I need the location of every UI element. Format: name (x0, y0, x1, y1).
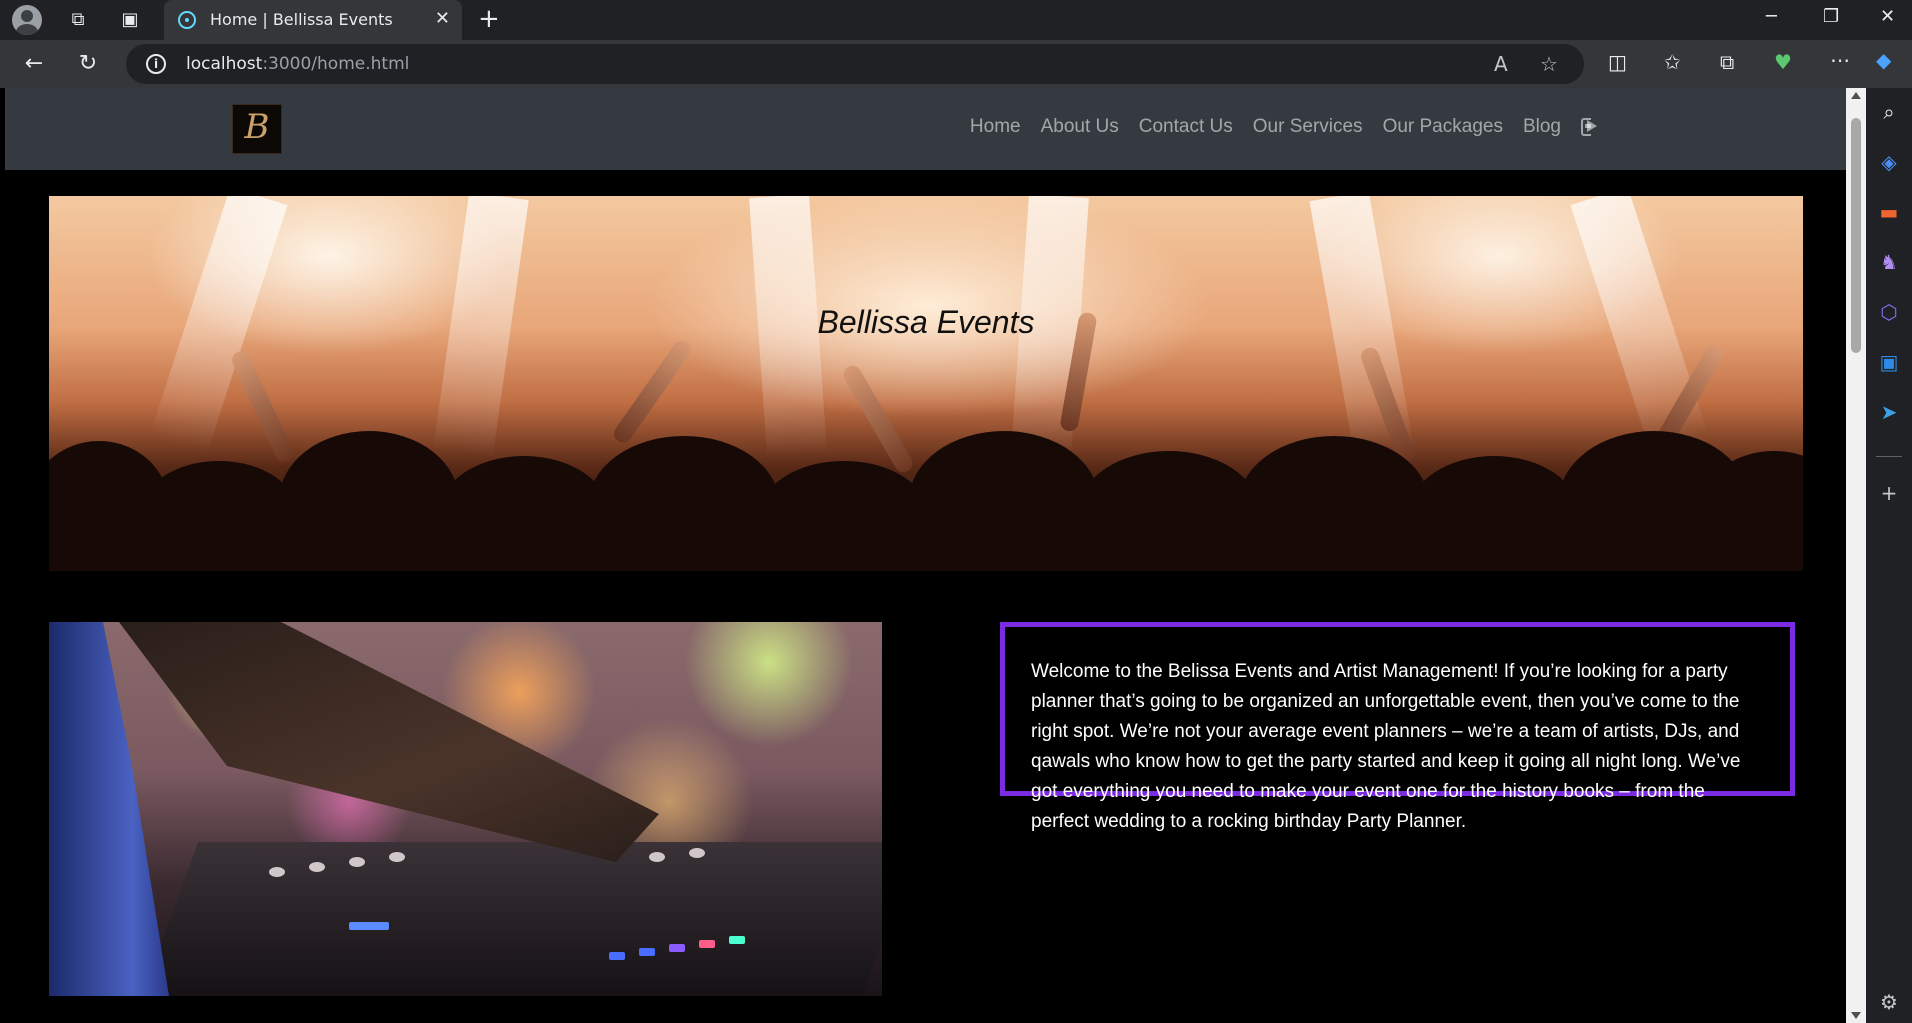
hero-title: Bellissa Events (817, 304, 1035, 340)
collections-icon[interactable]: ⧉ (1720, 50, 1734, 74)
url-host: localhost (186, 54, 263, 74)
mixer-knob (349, 857, 365, 867)
mixer-pad (669, 944, 685, 952)
browser-tab-active[interactable]: Home | Bellissa Events ✕ (164, 0, 462, 40)
crowd-silhouette (1239, 436, 1429, 571)
nav-blog[interactable]: Blog (1523, 116, 1561, 138)
crowd-silhouette (759, 461, 929, 571)
games-icon[interactable]: ♞ (1877, 250, 1901, 274)
tools-icon[interactable]: ▬ (1877, 200, 1901, 224)
mixer-knob (389, 852, 405, 862)
restore-button[interactable]: ❐ (1823, 6, 1839, 27)
mixer-knob (269, 867, 285, 877)
site-navbar: B Home About Us Contact Us Our Services … (5, 88, 1846, 170)
mixer-knob (309, 862, 325, 872)
split-screen-icon[interactable]: ◫ (1608, 50, 1627, 74)
crowd-silhouette (589, 436, 779, 571)
crowd-silhouette (1079, 451, 1259, 571)
main-menu: Home About Us Contact Us Our Services Ou… (970, 116, 1601, 138)
mixer-light (349, 922, 389, 930)
vertical-tabs-icon[interactable]: ▣ (114, 6, 146, 34)
url-path: :3000/home.html (262, 54, 410, 74)
mixer-pad (639, 948, 655, 956)
crowd-silhouette (439, 456, 609, 571)
crowd-silhouette (909, 431, 1099, 571)
more-icon[interactable]: ⋯ (1830, 48, 1850, 72)
scroll-up-arrow[interactable] (1851, 92, 1861, 99)
hero-banner: Bellissa Events (49, 196, 1803, 571)
raised-arm (229, 348, 297, 465)
crowd-silhouette (1409, 456, 1579, 571)
search-icon[interactable]: ⌕ (1877, 100, 1901, 124)
nav-about-us[interactable]: About Us (1041, 116, 1119, 138)
mixer-pad (609, 952, 625, 960)
mixer-pad (729, 936, 745, 944)
dj-forearm (119, 622, 659, 862)
edge-sidebar: ⌕ ◈ ▬ ♞ ⬡ ▣ ➤ + ⚙ (1866, 88, 1912, 1023)
profile-icon[interactable] (12, 5, 42, 35)
page-scrollbar[interactable] (1846, 88, 1866, 1023)
tab-title: Home | Bellissa Events (210, 10, 393, 29)
add-icon[interactable]: + (1877, 481, 1901, 505)
read-aloud-icon[interactable]: A (1494, 52, 1508, 76)
raised-arm (840, 362, 916, 476)
sidebar-divider (1876, 456, 1902, 457)
settings-icon[interactable]: ⚙ (1877, 990, 1901, 1014)
back-arrow-icon[interactable]: ← (18, 48, 50, 80)
favorites-icon[interactable]: ✩ (1664, 50, 1681, 74)
scrollbar-thumb[interactable] (1851, 118, 1861, 353)
refresh-icon[interactable]: ↻ (72, 48, 104, 80)
scroll-down-arrow[interactable] (1851, 1012, 1861, 1019)
heart-pulse-icon[interactable]: ♥ (1774, 50, 1792, 74)
mixer-knob (649, 852, 665, 862)
page-viewport: B Home About Us Contact Us Our Services … (5, 88, 1846, 1023)
close-icon[interactable]: ✕ (435, 8, 450, 29)
outlook-icon[interactable]: ▣ (1877, 350, 1901, 374)
star-icon[interactable]: ☆ (1540, 52, 1558, 76)
welcome-text: Welcome to the Belissa Events and Artist… (1031, 661, 1741, 832)
workspaces-icon[interactable]: ⧉ (62, 6, 94, 34)
mixer-pad (699, 940, 715, 948)
nav-our-packages[interactable]: Our Packages (1383, 116, 1503, 138)
crowd-silhouette (139, 461, 299, 571)
raised-arm (610, 337, 695, 447)
logout-icon[interactable] (1581, 116, 1601, 136)
nav-our-services[interactable]: Our Services (1253, 116, 1363, 138)
close-window-button[interactable]: ✕ (1880, 6, 1895, 27)
nav-contact-us[interactable]: Contact Us (1139, 116, 1233, 138)
mixer-knob (689, 848, 705, 858)
dj-mixer-image (49, 622, 882, 996)
plus-icon[interactable]: + (478, 4, 500, 34)
logo-letter: B (244, 107, 270, 147)
address-bar[interactable]: i localhost:3000/home.html A ☆ (126, 44, 1584, 84)
minimize-button[interactable]: ─ (1766, 6, 1777, 27)
info-icon[interactable]: i (146, 54, 166, 74)
address-bar-row: ← ↻ i localhost:3000/home.html A ☆ ◫ ✩ ⧉… (0, 40, 1912, 88)
office-icon[interactable]: ⬡ (1877, 300, 1901, 324)
crowd-silhouette (279, 431, 459, 571)
react-icon (178, 11, 196, 29)
browser-tab-strip: ⧉ ▣ Home | Bellissa Events ✕ + ─ ❐ ✕ (0, 0, 1912, 40)
shopping-tag-icon[interactable]: ◈ (1877, 150, 1901, 174)
nav-home[interactable]: Home (970, 116, 1021, 138)
copilot-icon[interactable]: ◆ (1876, 48, 1891, 72)
send-icon[interactable]: ➤ (1877, 400, 1901, 424)
url-text[interactable]: localhost:3000/home.html (186, 54, 409, 74)
dj-deck (139, 842, 882, 996)
site-logo[interactable]: B (232, 104, 282, 154)
welcome-box: Welcome to the Belissa Events and Artist… (1000, 622, 1795, 832)
dj-sleeve (49, 622, 169, 996)
